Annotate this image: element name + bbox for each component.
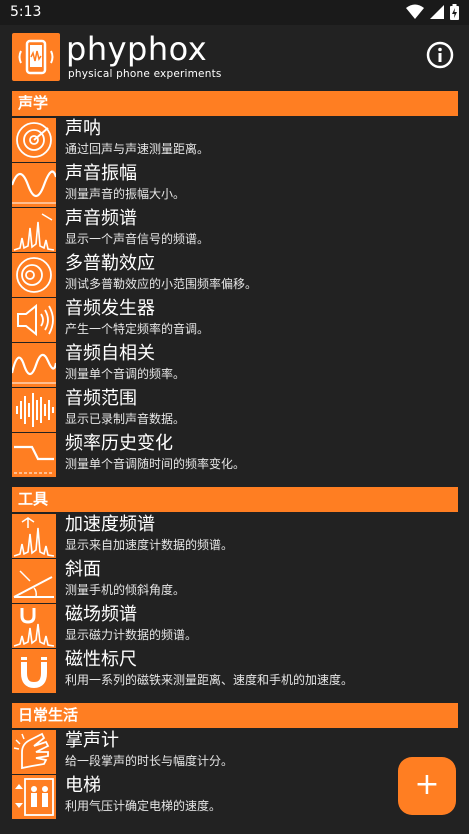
experiment-description: 利用一系列的磁铁来测量距离、速度和手机的加速度。	[65, 673, 354, 687]
experiment-description: 显示来自加速度计数据的频谱。	[65, 538, 234, 552]
speaker-icon	[12, 298, 56, 342]
battery-icon	[450, 4, 459, 20]
experiment-title: 声呐	[65, 118, 101, 139]
info-icon	[426, 41, 454, 69]
autocorrelation-icon	[12, 343, 56, 387]
section-header-tools: 工具	[12, 487, 458, 512]
experiment-description: 测量单个音调随时间的频率变化。	[65, 457, 246, 471]
cell-signal-icon	[430, 5, 444, 19]
wifi-icon	[406, 4, 424, 19]
experiment-description: 产生一个特定频率的音调。	[65, 322, 210, 336]
experiment-title: 频率历史变化	[65, 433, 173, 454]
experiment-description: 显示已录制声音数据。	[65, 412, 186, 426]
experiment-title: 斜面	[65, 559, 101, 580]
step-icon	[12, 433, 56, 477]
accel-spectrum-icon	[12, 514, 56, 558]
section-header-everyday-life: 日常生活	[12, 703, 458, 728]
magnetic-spectrum-icon	[12, 604, 56, 648]
experiment-item-elevator[interactable]: 电梯 利用气压计确定电梯的速度。	[12, 774, 458, 819]
experiment-item-magnetic-ruler[interactable]: 磁性标尺 利用一系列的磁铁来测量距离、速度和手机的加速度。	[12, 648, 458, 693]
experiment-description: 测量手机的倾斜角度。	[65, 583, 186, 597]
experiment-title: 声音频谱	[65, 208, 137, 229]
experiment-description: 利用气压计确定电梯的速度。	[65, 799, 222, 813]
section-header-acoustics: 声学	[12, 91, 458, 116]
experiment-title: 多普勒效应	[65, 253, 155, 274]
spectrum-icon	[12, 208, 56, 252]
experiment-item-incline[interactable]: 斜面 测量手机的倾斜角度。	[12, 558, 458, 603]
app-subtitle: physical phone experiments	[68, 68, 222, 80]
experiment-item-magnetic-spectrum[interactable]: 磁场频谱 显示磁力计数据的频谱。	[12, 603, 458, 648]
experiment-description: 给一段掌声的时长与幅度计分。	[65, 754, 234, 768]
experiment-description: 通过回声与声速测量距离。	[65, 142, 210, 156]
app-bar: phyphox physical phone experiments	[0, 25, 469, 88]
experiment-title: 掌声计	[65, 730, 119, 751]
experiment-description: 测量单个音调的频率。	[65, 367, 186, 381]
experiment-list: 声学 声呐 通过回声与声速测量距离。 声音振幅 测量声音的振幅大小。 声音频谱 …	[0, 88, 469, 834]
sine-wave-icon	[12, 163, 56, 207]
doppler-icon	[12, 253, 56, 297]
app-title: phyphox	[66, 30, 208, 68]
magnet-icon	[12, 649, 56, 693]
phyphox-logo-icon	[12, 33, 60, 81]
add-experiment-button[interactable]: +	[398, 757, 456, 815]
elevator-icon	[12, 775, 56, 819]
waveform-icon	[12, 388, 56, 432]
experiment-description: 显示一个声音信号的频谱。	[65, 232, 210, 246]
status-time: 5:13	[10, 4, 42, 20]
experiment-item-doppler[interactable]: 多普勒效应 测试多普勒效应的小范围频率偏移。	[12, 252, 458, 297]
experiment-item-applause-meter[interactable]: 掌声计 给一段掌声的时长与幅度计分。	[12, 729, 458, 774]
experiment-item-acceleration-spectrum[interactable]: 加速度频谱 显示来自加速度计数据的频谱。	[12, 513, 458, 558]
experiment-description: 测试多普勒效应的小范围频率偏移。	[65, 277, 258, 291]
experiment-title: 声音振幅	[65, 163, 137, 184]
experiment-description: 显示磁力计数据的频谱。	[65, 628, 198, 642]
experiment-description: 测量声音的振幅大小。	[65, 187, 186, 201]
info-button[interactable]	[426, 41, 454, 69]
experiment-item-audio-spectrum[interactable]: 声音频谱 显示一个声音信号的频谱。	[12, 207, 458, 252]
experiment-item-audio-scope[interactable]: 音频范围 显示已录制声音数据。	[12, 387, 458, 432]
sonar-icon	[12, 118, 56, 162]
incline-icon	[12, 559, 56, 603]
experiment-title: 音频发生器	[65, 298, 155, 319]
experiment-item-frequency-history[interactable]: 频率历史变化 测量单个音调随时间的频率变化。	[12, 432, 458, 477]
system-icons	[406, 3, 459, 21]
experiment-title: 磁场频谱	[65, 604, 137, 625]
experiment-item-audio-autocorrelation[interactable]: 音频自相关 测量单个音调的频率。	[12, 342, 458, 387]
plus-icon: +	[414, 767, 440, 802]
clap-icon	[12, 730, 56, 774]
experiment-item-tone-generator[interactable]: 音频发生器 产生一个特定频率的音调。	[12, 297, 458, 342]
experiment-item-sonar[interactable]: 声呐 通过回声与声速测量距离。	[12, 117, 458, 162]
status-bar: 5:13	[0, 0, 469, 25]
experiment-item-sound-amplitude[interactable]: 声音振幅 测量声音的振幅大小。	[12, 162, 458, 207]
experiment-title: 磁性标尺	[65, 649, 137, 670]
experiment-title: 加速度频谱	[65, 514, 155, 535]
experiment-title: 电梯	[65, 775, 101, 796]
experiment-title: 音频自相关	[65, 343, 155, 364]
experiment-title: 音频范围	[65, 388, 137, 409]
